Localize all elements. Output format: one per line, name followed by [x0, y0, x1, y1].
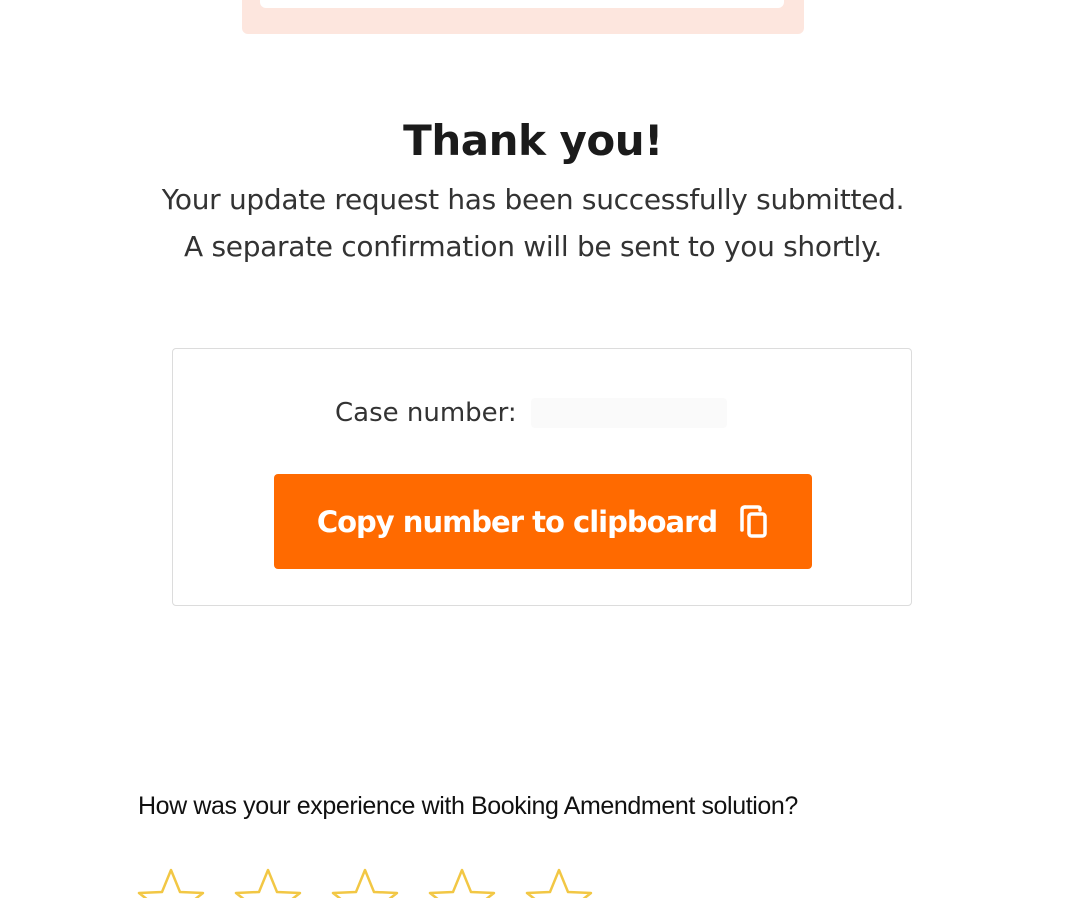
copy-number-button-label: Copy number to clipboard	[316, 504, 718, 539]
thank-you-title: Thank you!	[403, 116, 663, 165]
star-outline-icon	[524, 866, 594, 898]
confirmation-page: Thank you! Your update request has been …	[0, 0, 1066, 898]
feedback-question: How was your experience with Booking Ame…	[138, 792, 798, 820]
case-number-row: Case number:	[335, 393, 727, 433]
case-number-value	[530, 398, 727, 428]
top-banner-inner	[260, 0, 784, 8]
rating-star-2[interactable]	[233, 866, 303, 898]
case-number-card: Case number: Copy number to clipboard	[172, 348, 912, 606]
rating-star-5[interactable]	[524, 866, 594, 898]
star-outline-icon	[136, 866, 206, 898]
rating-star-3[interactable]	[330, 866, 400, 898]
rating-star-4[interactable]	[427, 866, 497, 898]
copy-icon	[739, 504, 769, 539]
star-outline-icon	[330, 866, 400, 898]
copy-number-button[interactable]: Copy number to clipboard	[274, 474, 812, 569]
rating-star-1[interactable]	[136, 866, 206, 898]
confirmation-notice: A separate confirmation will be sent to …	[184, 230, 882, 263]
success-message: Your update request has been successfull…	[161, 183, 905, 216]
star-rating	[136, 866, 621, 898]
star-outline-icon	[233, 866, 303, 898]
star-outline-icon	[427, 866, 497, 898]
case-number-label: Case number:	[335, 398, 517, 428]
